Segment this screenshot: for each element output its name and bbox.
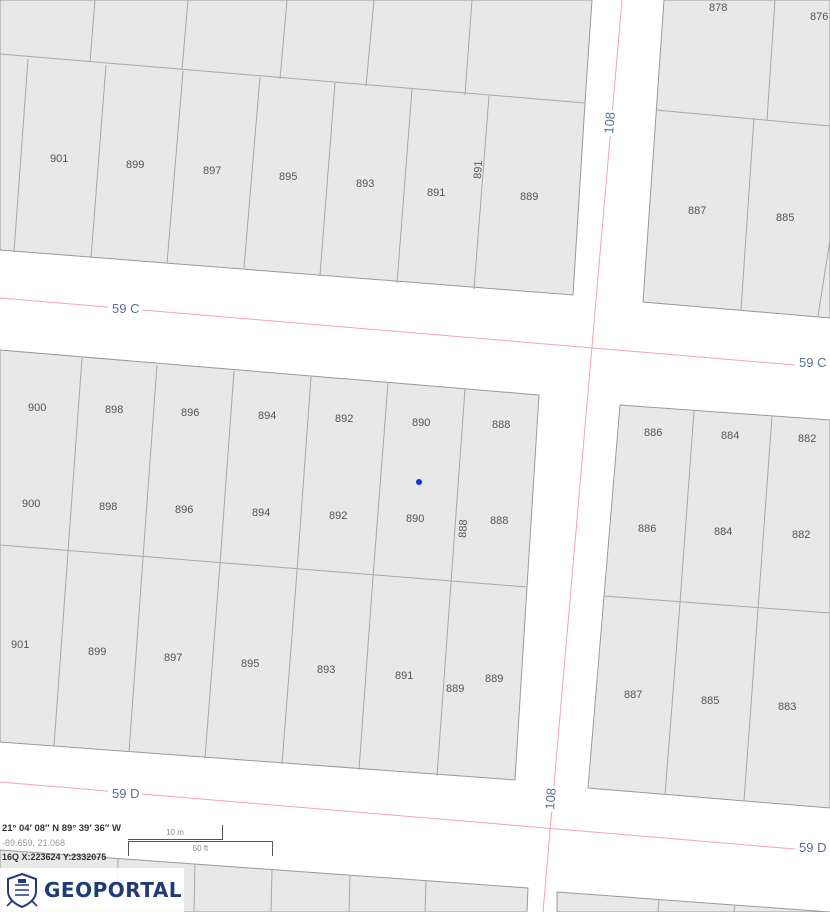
lot-label: 885 — [776, 212, 794, 224]
street-label-59c-west: 59 C — [112, 301, 139, 316]
street-label-108-south: 108 — [542, 787, 559, 810]
block-top-right — [642, 0, 830, 319]
lot-label: 891 — [395, 670, 413, 682]
lot-label: 893 — [317, 664, 335, 676]
lot-label: 884 — [721, 430, 739, 442]
scale-metric: 10 m — [128, 825, 223, 840]
street-label-108-north: 108 — [601, 111, 618, 134]
scale-bar: 10 m 50 ft — [126, 824, 274, 858]
lot-label: 895 — [241, 658, 259, 670]
coords-utm: 16Q X:223624 Y:2332075 — [2, 852, 107, 862]
lot-label: 901 — [50, 153, 68, 165]
lot-label: 887 — [688, 205, 706, 217]
coords-decimal: -89.659, 21.068 — [2, 838, 66, 848]
lot-label: 894 — [252, 507, 270, 519]
lot-label: 891 — [427, 187, 445, 199]
block-top-left — [0, 0, 593, 296]
lot-label: 891 — [472, 160, 485, 179]
lot-label: 892 — [335, 413, 353, 425]
lot-label: 900 — [22, 498, 40, 510]
street-label-59d-east: 59 D — [799, 840, 826, 855]
street-label-59c-east: 59 C — [799, 355, 826, 370]
lot-label: 900 — [28, 402, 46, 414]
lot-label: 883 — [778, 701, 796, 713]
lot-label: 889 — [485, 673, 503, 685]
lot-label: 889 — [446, 683, 464, 695]
lot-label: 899 — [88, 646, 106, 658]
brand-name: GEOPORTAL — [44, 878, 183, 902]
lot-label: 890 — [412, 417, 430, 429]
lot-label: 897 — [164, 652, 182, 664]
lot-label: 876 — [810, 11, 828, 23]
lot-label: 878 — [709, 2, 727, 14]
scale-imperial: 50 ft — [128, 841, 273, 856]
lot-label: 882 — [792, 529, 810, 541]
lot-label: 892 — [329, 510, 347, 522]
lot-label: 898 — [105, 404, 123, 416]
lot-label: 899 — [126, 159, 144, 171]
lot-label: 887 — [624, 689, 642, 701]
coords-dms: 21° 04′ 08″ N 89° 39′ 36″ W — [2, 823, 121, 834]
parcel-map[interactable]: 59 C 59 C 59 D 59 D 108 108 901 899 897 … — [0, 0, 830, 912]
lot-label: 893 — [356, 178, 374, 190]
lot-label: 888 — [490, 515, 508, 527]
lot-label: 886 — [638, 523, 656, 535]
coordinate-readout: 21° 04′ 08″ N 89° 39′ 36″ W -89.659, 21.… — [0, 822, 126, 864]
lot-label: 884 — [714, 526, 732, 538]
location-marker — [416, 479, 422, 485]
lot-label: 882 — [798, 433, 816, 445]
lot-label: 890 — [406, 513, 424, 525]
lot-label: 889 — [520, 191, 538, 203]
lot-label: 886 — [644, 427, 662, 439]
city-seal-icon — [0, 868, 44, 912]
geoportal-brand[interactable]: GEOPORTAL — [0, 868, 184, 912]
lot-label: 895 — [279, 171, 297, 183]
lot-label: 896 — [175, 504, 193, 516]
lot-label: 896 — [181, 407, 199, 419]
lot-label: 885 — [701, 695, 719, 707]
lot-label: 898 — [99, 501, 117, 513]
lot-label: 897 — [203, 165, 221, 177]
lot-label: 888 — [492, 419, 510, 431]
lot-label: 894 — [258, 410, 276, 422]
lot-label: 888 — [457, 519, 470, 538]
street-label-59d-west: 59 D — [112, 786, 139, 801]
block-middle-right — [587, 404, 830, 809]
lot-label: 901 — [11, 639, 29, 651]
